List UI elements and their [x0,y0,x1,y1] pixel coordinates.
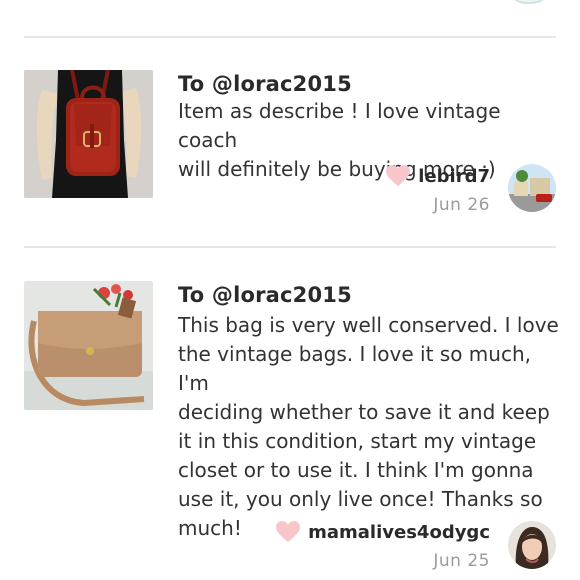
listing-thumbnail-bag[interactable] [24,281,153,410]
heart-icon [386,165,411,187]
review-text-line: the vintage bags. I love it so much, I'm [178,342,531,395]
reviewer-username[interactable]: mamalives4odygc [308,522,490,543]
review-text-line: closet or to use it. I think I'm gonna [178,458,534,482]
reviewer-avatar[interactable] [508,164,556,212]
review-text: Item as describe ! I love vintage coach … [178,97,563,184]
review-text-line: it in this condition, start my vintage [178,429,537,453]
review-meta: mamalives4odygc Jun 25 [276,521,490,571]
review-text-line: This bag is very well conserved. I love [178,313,559,337]
review-text-line: deciding whether to save it and keep [178,400,550,424]
listing-thumbnail-backpack[interactable] [24,70,153,198]
previous-review-avatar[interactable] [505,0,553,4]
review-recipient: To @lorac2015 [178,72,352,96]
review-text-line: will definitely be buying more :) [178,157,496,181]
red-leather-backpack-photo [24,70,153,198]
reviews-page: To @lorac2015 Item as describe ! I love … [0,0,580,580]
reviewer-username[interactable]: lebird7 [418,166,490,187]
review-date: Jun 26 [433,195,490,215]
tan-leather-bag-photo [24,281,153,410]
divider [24,246,556,248]
review-text-line: Item as describe ! I love vintage coach [178,99,501,152]
woman-portrait-avatar [508,521,556,569]
reviewer-avatar[interactable] [508,521,556,569]
review-date: Jun 25 [433,551,490,571]
divider [24,36,556,38]
review-text: This bag is very well conserved. I love … [178,311,563,543]
review-text-line: use it, you only live once! Thanks so [178,487,543,511]
review-meta: lebird7 Jun 26 [386,165,490,215]
review-recipient: To @lorac2015 [178,283,352,307]
street-scene-avatar [508,164,556,212]
heart-icon [276,521,301,543]
